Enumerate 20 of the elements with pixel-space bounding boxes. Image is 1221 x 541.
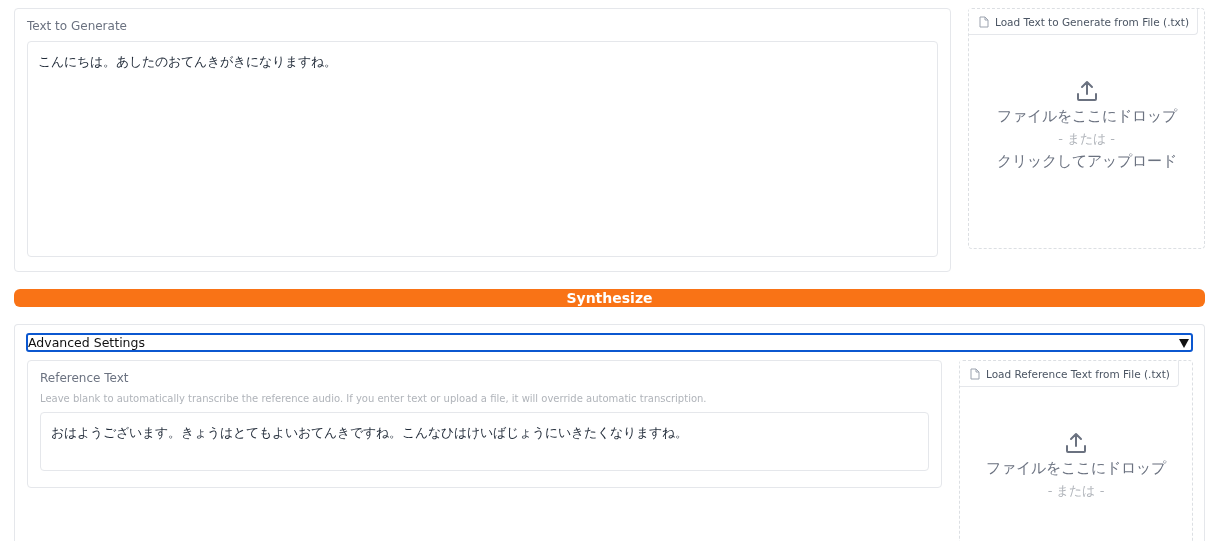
load-file-button[interactable]: Load Reference Text from File (.txt) [960, 361, 1179, 387]
field-label: Text to Generate [27, 19, 128, 33]
upload-icon [1074, 79, 1099, 103]
accordion-header[interactable]: Advanced Settings [26, 333, 1193, 352]
file-icon [970, 367, 980, 380]
file-drop-zone[interactable]: Load Text to Generate from File (.txt) ファイルをここにドロップ - または - クリックしてアップロード [968, 8, 1205, 249]
click-hint: クリックしてアップロード [996, 152, 1177, 171]
load-file-button[interactable]: Load Text to Generate from File (.txt) [969, 9, 1198, 35]
field-label: Reference Text [40, 371, 130, 385]
file-drop-zone[interactable]: Load Reference Text from File (.txt) ファイルをここにドロップ - または - [959, 360, 1193, 541]
file-icon [979, 15, 989, 28]
upload-icon [1064, 431, 1088, 455]
or-separator: - または - [1047, 482, 1105, 500]
text-input[interactable]: こんにちは。あしたのおてんきがきになりますね。 [27, 41, 938, 257]
reference-input[interactable]: おはようございます。きょうはとてもよいおてんきですね。こんなひはけいばじょうにいきたくなりますね。 [40, 412, 929, 471]
field-description: Leave blank to automatically transcribe the reference audio. If you enter text or upload a file, it will override automatic transcription. [40, 393, 708, 404]
caret-down-icon [1179, 337, 1189, 348]
drop-hint: ファイルをここにドロップ [986, 459, 1166, 478]
or-separator: - または - [1058, 130, 1115, 148]
drop-hint: ファイルをここにドロップ [996, 107, 1177, 126]
